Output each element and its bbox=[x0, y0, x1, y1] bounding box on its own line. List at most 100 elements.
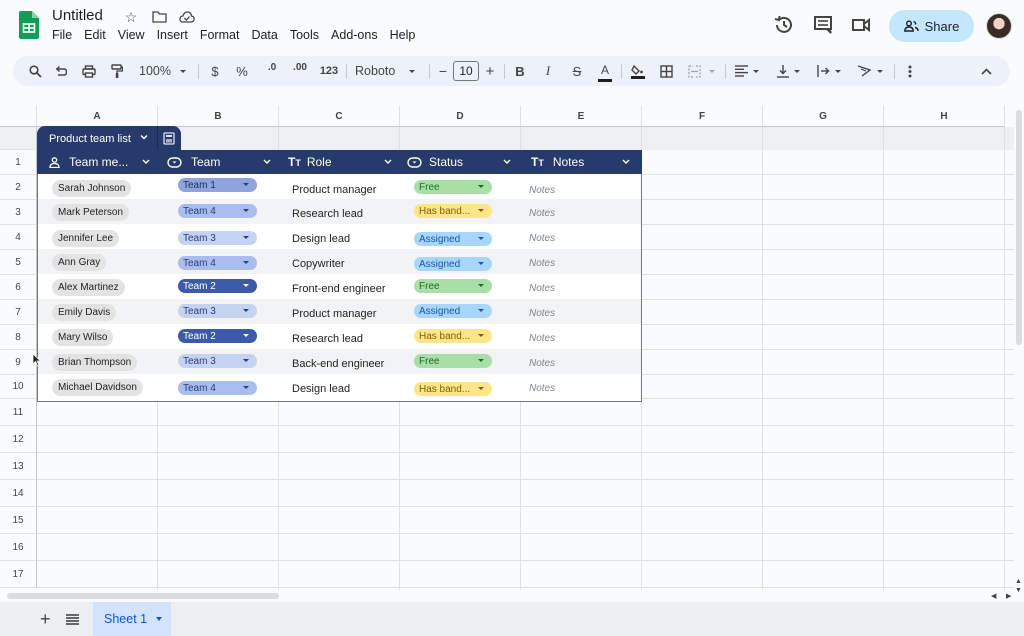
menu-edit[interactable]: Edit bbox=[84, 28, 106, 42]
table-row[interactable]: Mark Peterson Team 4 Research lead Has band… bbox=[38, 199, 641, 224]
status-dropdown-chip[interactable]: Free bbox=[414, 279, 492, 293]
column-menu-chevron-icon[interactable] bbox=[141, 158, 151, 166]
add-sheet-button[interactable]: + bbox=[40, 609, 51, 630]
column-team[interactable]: Team bbox=[158, 150, 279, 174]
history-icon[interactable] bbox=[773, 14, 795, 36]
search-menus-icon[interactable] bbox=[27, 56, 43, 86]
sheets-logo-icon[interactable] bbox=[19, 11, 39, 39]
status-dropdown-chip[interactable]: Has band... bbox=[414, 329, 492, 343]
strikethrough-button[interactable]: S bbox=[570, 56, 584, 86]
column-header-d[interactable]: D bbox=[400, 106, 521, 127]
role-cell[interactable]: Design lead bbox=[292, 233, 350, 245]
row-header[interactable]: 8 bbox=[0, 325, 37, 350]
person-chip[interactable]: Emily Davis bbox=[52, 304, 117, 321]
percent-format-button[interactable]: % bbox=[235, 56, 249, 86]
row-header[interactable]: 11 bbox=[0, 399, 37, 426]
scroll-down-arrow-icon[interactable]: ▼ bbox=[1015, 587, 1022, 594]
horizontal-align-icon[interactable] bbox=[733, 56, 749, 86]
table-row[interactable]: Alex Martinez Team 2 Front-end engineer Fre… bbox=[38, 274, 641, 299]
sheet-menu-dropdown-icon[interactable] bbox=[156, 617, 163, 621]
undo-icon[interactable] bbox=[53, 56, 69, 86]
person-chip[interactable]: Mary Wilso bbox=[52, 329, 114, 346]
row-header[interactable]: 4 bbox=[0, 225, 37, 250]
increase-font-size-button[interactable]: + bbox=[484, 56, 496, 86]
column-header-a[interactable]: A bbox=[37, 106, 158, 127]
status-dropdown-chip[interactable]: Assigned bbox=[414, 232, 492, 246]
row-header[interactable]: 10 bbox=[0, 375, 37, 399]
notes-cell[interactable]: Notes bbox=[529, 383, 555, 394]
table-row[interactable]: Michael Davidson Team 4 Design lead Has ban… bbox=[38, 374, 641, 399]
paint-format-icon[interactable] bbox=[108, 56, 126, 86]
column-menu-chevron-icon[interactable] bbox=[383, 158, 393, 166]
row-header[interactable]: 13 bbox=[0, 453, 37, 480]
column-header-e[interactable]: E bbox=[521, 106, 642, 127]
star-icon[interactable]: ☆ bbox=[122, 8, 140, 26]
team-dropdown-chip[interactable]: Team 1 bbox=[178, 178, 257, 192]
font-dropdown-icon[interactable] bbox=[407, 56, 417, 86]
valign-dropdown-icon[interactable] bbox=[792, 56, 802, 86]
column-role[interactable]: TT Role bbox=[279, 150, 400, 174]
column-status[interactable]: Status bbox=[400, 150, 521, 174]
row-header[interactable]: 16 bbox=[0, 534, 37, 561]
role-cell[interactable]: Research lead bbox=[292, 333, 363, 345]
halign-dropdown-icon[interactable] bbox=[751, 56, 761, 86]
menu-file[interactable]: File bbox=[52, 28, 72, 42]
avatar[interactable] bbox=[986, 13, 1012, 39]
comment-icon[interactable] bbox=[812, 14, 834, 36]
select-all-corner[interactable] bbox=[0, 106, 37, 127]
table-row[interactable]: Sarah Johnson Team 1 Product manager Free No… bbox=[38, 174, 641, 199]
italic-button[interactable]: I bbox=[542, 56, 554, 86]
print-icon[interactable] bbox=[80, 56, 98, 86]
scroll-left-arrow-icon[interactable]: ◀ bbox=[991, 592, 996, 600]
notes-cell[interactable]: Notes bbox=[529, 308, 555, 319]
menu-add-ons[interactable]: Add-ons bbox=[331, 28, 378, 42]
borders-icon[interactable] bbox=[658, 56, 674, 86]
currency-format-button[interactable]: $ bbox=[209, 56, 221, 86]
column-team-member[interactable]: Team me... bbox=[37, 150, 158, 174]
table-row[interactable]: Mary Wilso Team 2 Research lead Has band...… bbox=[38, 324, 641, 349]
zoom-select[interactable]: 100% bbox=[139, 56, 171, 86]
text-rotation-icon[interactable] bbox=[856, 56, 872, 86]
row-header[interactable]: 1 bbox=[0, 150, 37, 175]
merge-cells-icon[interactable] bbox=[686, 56, 702, 86]
role-cell[interactable]: Copywriter bbox=[292, 258, 345, 270]
table-row[interactable]: Jennifer Lee Team 3 Design lead Assigned Not… bbox=[38, 224, 641, 249]
collapse-toolbar-icon[interactable] bbox=[979, 56, 993, 86]
team-dropdown-chip[interactable]: Team 4 bbox=[178, 256, 257, 270]
row-header[interactable]: 12 bbox=[0, 426, 37, 453]
status-dropdown-chip[interactable]: Has band... bbox=[414, 204, 492, 218]
font-size-input[interactable]: 10 bbox=[453, 61, 479, 81]
menu-format[interactable]: Format bbox=[200, 28, 240, 42]
decrease-decimal-button[interactable]: .0 bbox=[264, 56, 280, 86]
menu-tools[interactable]: Tools bbox=[290, 28, 319, 42]
role-cell[interactable]: Front-end engineer bbox=[292, 283, 386, 295]
document-title[interactable]: Untitled bbox=[52, 7, 103, 24]
row-header[interactable]: 17 bbox=[0, 561, 37, 588]
column-header-f[interactable]: F bbox=[642, 106, 763, 127]
table-row[interactable]: Ann Gray Team 4 Copywriter Assigned Notes bbox=[38, 249, 641, 274]
column-header-h[interactable]: H bbox=[884, 106, 1005, 127]
notes-cell[interactable]: Notes bbox=[529, 283, 555, 294]
menu-data[interactable]: Data bbox=[251, 28, 277, 42]
decrease-font-size-button[interactable]: − bbox=[437, 56, 449, 86]
vertical-scrollbar[interactable] bbox=[1016, 110, 1022, 345]
notes-cell[interactable]: Notes bbox=[529, 333, 555, 344]
column-menu-chevron-icon[interactable] bbox=[621, 158, 631, 166]
column-menu-chevron-icon[interactable] bbox=[502, 158, 512, 166]
notes-cell[interactable]: Notes bbox=[529, 258, 555, 269]
menu-insert[interactable]: Insert bbox=[157, 28, 188, 42]
table-name-tab[interactable]: Product team list bbox=[37, 126, 181, 151]
notes-cell[interactable]: Notes bbox=[529, 233, 555, 244]
team-dropdown-chip[interactable]: Team 3 bbox=[178, 231, 257, 245]
more-formats-button[interactable]: 123 bbox=[319, 56, 339, 86]
column-menu-chevron-icon[interactable] bbox=[262, 158, 272, 166]
cloud-saved-icon[interactable] bbox=[178, 8, 196, 26]
status-dropdown-chip[interactable]: Assigned bbox=[414, 257, 492, 271]
text-color-button[interactable]: A bbox=[598, 60, 612, 82]
table-name[interactable]: Product team list bbox=[49, 133, 131, 145]
more-options-icon[interactable] bbox=[905, 56, 915, 86]
notes-cell[interactable]: Notes bbox=[529, 208, 555, 219]
status-dropdown-chip[interactable]: Assigned bbox=[414, 304, 492, 318]
notes-cell[interactable]: Notes bbox=[529, 185, 555, 196]
table-menu-chevron-icon[interactable] bbox=[139, 132, 149, 142]
